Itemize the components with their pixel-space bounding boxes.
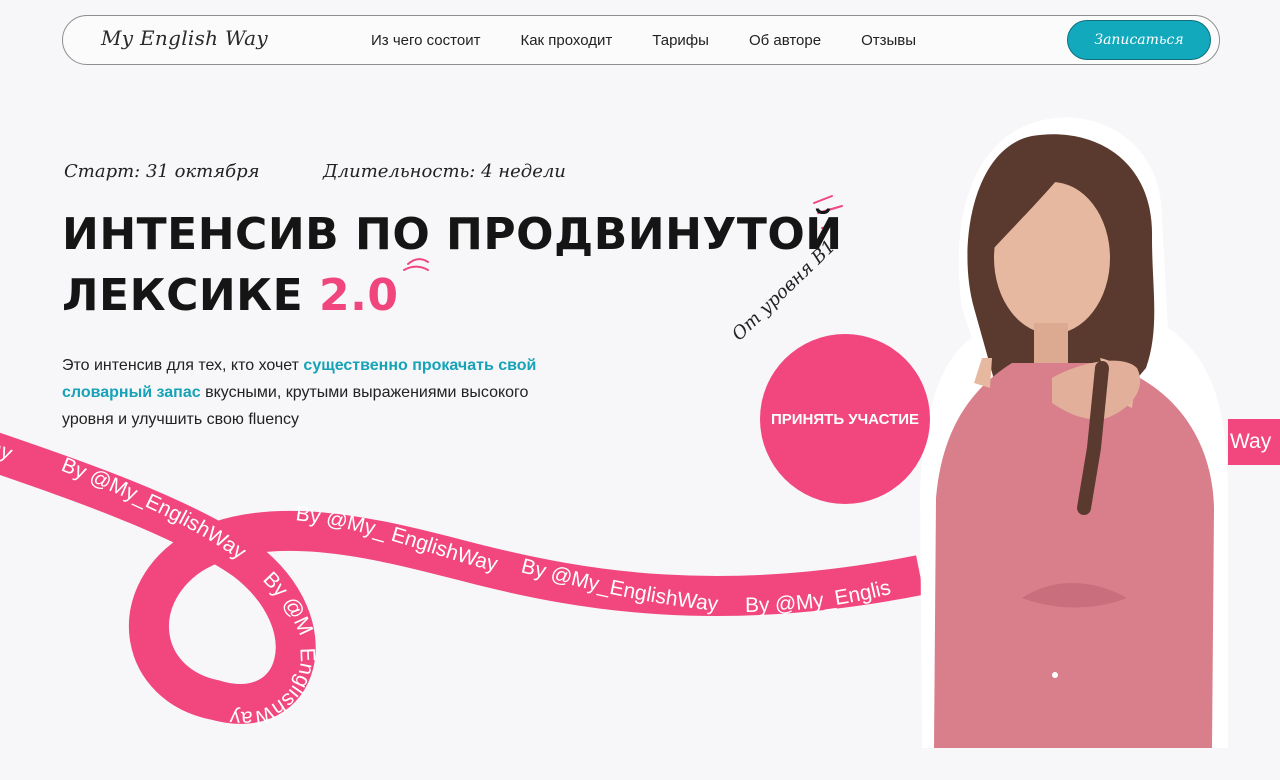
header-nav: My English Way Из чего состоит Как прохо…	[62, 15, 1220, 65]
title-accent: 2.0	[319, 270, 399, 321]
start-date: Старт: 31 октября	[64, 161, 260, 182]
participate-button[interactable]: ПРИНЯТЬ УЧАСТИЕ	[760, 334, 930, 504]
nav-link-process[interactable]: Как проходит	[520, 32, 612, 49]
ribbon-edge-tab: Way	[1228, 419, 1280, 465]
ribbon-text-2: By @My_EnglishWay	[58, 453, 250, 564]
ribbon-edge-text: Way	[1230, 430, 1272, 453]
nav-link-contents[interactable]: Из чего состоит	[371, 32, 480, 49]
hero-description: Это интенсив для тех, кто хочет существе…	[62, 352, 542, 433]
signup-button[interactable]: Записаться	[1067, 20, 1211, 60]
desc-part-1: Это интенсив для тех, кто хочет	[62, 357, 304, 374]
nav-links: Из чего состоит Как проходит Тарифы Об а…	[371, 32, 916, 49]
title-line-1: ИНТЕНСИВ ПО ПРОДВИНУТОЙ	[62, 209, 843, 260]
nav-link-pricing[interactable]: Тарифы	[652, 32, 709, 49]
logo[interactable]: My English Way	[101, 26, 268, 50]
duration: Длительность: 4 недели	[323, 161, 566, 182]
nav-link-author[interactable]: Об авторе	[749, 32, 821, 49]
nav-link-reviews[interactable]: Отзывы	[861, 32, 916, 49]
title-line-2: ЛЕКСИКЕ	[62, 270, 304, 321]
page-title: ИНТЕНСИВ ПО ПРОДВИНУТОЙ ЛЕКСИКЕ 2.0	[62, 204, 843, 326]
